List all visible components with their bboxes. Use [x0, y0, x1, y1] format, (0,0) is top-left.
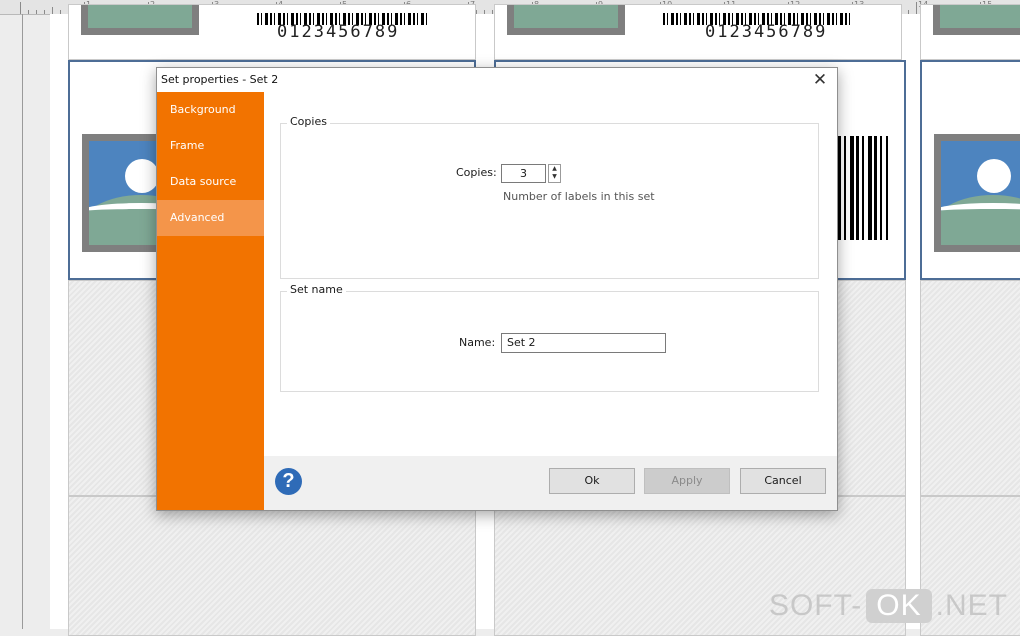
label-cell[interactable] [920, 4, 1020, 60]
set-name-group: Set name Name: Set 2 [280, 283, 819, 392]
copies-hint: Number of labels in this set [503, 190, 655, 203]
watermark-text: SOFT- [768, 589, 863, 622]
dialog-title: Set properties - Set 2 [161, 73, 279, 86]
dialog-titlebar[interactable]: Set properties - Set 2 ✕ [157, 68, 837, 92]
sidebar-item-data-source[interactable]: Data source [157, 164, 264, 200]
set-properties-dialog: Set properties - Set 2 ✕ Background Frame… [156, 67, 838, 511]
ruler-tick [28, 10, 29, 14]
stepper-arrows[interactable]: ▲ ▼ [548, 164, 561, 183]
barcode-text: 0123456789 [277, 22, 400, 42]
ruler-tick [916, 2, 917, 14]
name-input[interactable]: Set 2 [501, 333, 666, 353]
empty-label-cell[interactable] [920, 280, 1020, 496]
ruler-tick [36, 10, 37, 14]
watermark: SOFT- OK .NET [769, 589, 1008, 623]
name-label: Name: [459, 336, 496, 349]
image-placeholder [81, 5, 199, 35]
copies-group: Copies Copies: 3 ▲ ▼ Number of labels in… [280, 115, 819, 279]
image-placeholder [933, 5, 1020, 35]
image-placeholder [507, 5, 625, 35]
increment-icon[interactable]: ▲ [549, 165, 560, 173]
ruler-tick [52, 7, 53, 14]
close-icon[interactable]: ✕ [809, 69, 831, 91]
copies-group-legend: Copies [287, 115, 330, 128]
empty-label-cell[interactable] [68, 496, 476, 636]
apply-button[interactable]: Apply [644, 468, 730, 494]
sidebar-item-frame[interactable]: Frame [157, 128, 264, 164]
ok-button[interactable]: Ok [549, 468, 635, 494]
ruler-tick [20, 2, 21, 14]
label-cell[interactable]: 0123456789 [68, 4, 476, 60]
ruler-tick [44, 10, 45, 14]
sidebar-item-background[interactable]: Background [157, 92, 264, 128]
watermark-text: .NET [935, 589, 1008, 622]
copies-label: Copies: [456, 166, 497, 179]
dialog-sidebar: Background Frame Data source Advanced [157, 92, 264, 510]
dialog-footer: ? Ok Apply Cancel [264, 456, 837, 510]
barcode [838, 136, 888, 240]
sidebar-item-advanced[interactable]: Advanced [157, 200, 264, 236]
watermark-logo: OK [866, 589, 932, 623]
barcode-text: 0123456789 [705, 22, 828, 42]
label-cell[interactable]: 0123456789 [494, 4, 902, 60]
margin-guide [22, 14, 23, 629]
decrement-icon[interactable]: ▼ [549, 173, 560, 181]
question-circle-icon[interactable]: ? [275, 468, 302, 495]
image-placeholder [934, 134, 1020, 252]
cancel-button[interactable]: Cancel [740, 468, 826, 494]
copies-input[interactable]: 3 [501, 164, 546, 183]
copies-stepper[interactable]: 3 ▲ ▼ [501, 164, 561, 183]
dialog-content: Copies Copies: 3 ▲ ▼ Number of labels in… [264, 92, 837, 510]
label-cell-selected[interactable] [920, 60, 1020, 280]
set-name-group-legend: Set name [287, 283, 346, 296]
